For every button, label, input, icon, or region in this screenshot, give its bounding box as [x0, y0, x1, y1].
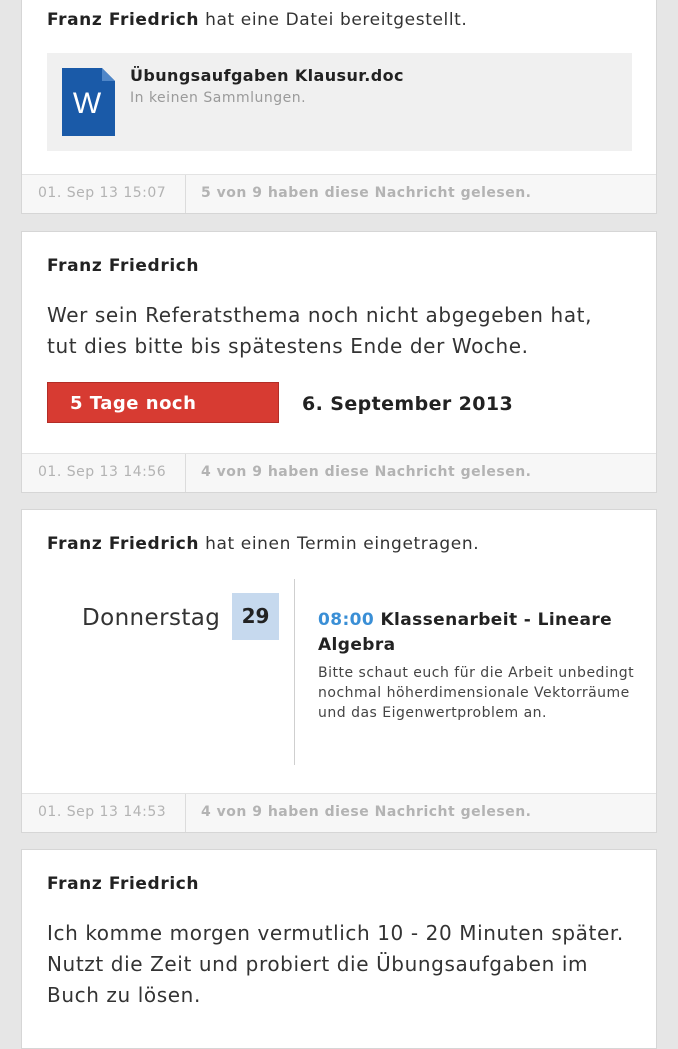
post-card-appointment: Franz Friedrich hat einen Termin eingetr…: [21, 509, 657, 833]
appointment-title[interactable]: 08:00 Klassenarbeit - Lineare Algebra: [318, 608, 618, 658]
appointment-time: 08:00: [318, 610, 375, 630]
deadline-remaining-badge: 5 Tage noch: [47, 382, 279, 423]
post-timestamp: 01. Sep 13 14:53: [38, 804, 167, 820]
read-status[interactable]: 4 von 9 haben diese Nachricht gelesen.: [201, 464, 532, 480]
file-name[interactable]: Übungsaufgaben Klausur.doc: [130, 66, 404, 85]
author-name[interactable]: Franz Friedrich: [47, 874, 199, 894]
post-message: Wer sein Referatsthema noch nicht abgege…: [47, 303, 593, 358]
appointment-description: Bitte schaut euch für die Arbeit unbedin…: [318, 665, 635, 721]
footer-divider: [185, 175, 186, 213]
post-header: Franz Friedrich hat einen Termin eingetr…: [47, 534, 479, 554]
post-action-text: hat einen Termin eingetragen.: [199, 534, 480, 554]
post-action-text: hat eine Datei bereitgestellt.: [199, 10, 468, 30]
post-header: Franz Friedrich: [47, 256, 199, 276]
appointment-weekday: Donnerstag: [82, 605, 221, 631]
post-footer: 01. Sep 13 15:07 5 von 9 haben diese Nac…: [22, 174, 656, 213]
svg-text:W: W: [73, 87, 102, 120]
footer-divider: [185, 794, 186, 832]
post-footer: 01. Sep 13 14:53 4 von 9 haben diese Nac…: [22, 793, 656, 832]
deadline-date: 6. September 2013: [302, 393, 514, 415]
post-timestamp: 01. Sep 13 15:07: [38, 185, 167, 201]
author-name[interactable]: Franz Friedrich: [47, 10, 199, 30]
post-timestamp: 01. Sep 13 14:56: [38, 464, 167, 480]
appointment-divider: [294, 579, 295, 765]
post-card-deadline: Franz Friedrich Wer sein Referatsthema n…: [21, 231, 657, 493]
post-header: Franz Friedrich: [47, 874, 199, 894]
read-status[interactable]: 5 von 9 haben diese Nachricht gelesen.: [201, 185, 532, 201]
post-header: Franz Friedrich hat eine Datei bereitges…: [47, 10, 467, 30]
read-status[interactable]: 4 von 9 haben diese Nachricht gelesen.: [201, 804, 532, 820]
post-footer: 01. Sep 13 14:56 4 von 9 haben diese Nac…: [22, 453, 656, 492]
footer-divider: [185, 454, 186, 492]
appointment-day: 29: [232, 593, 279, 640]
file-attachment[interactable]: W Übungsaufgaben Klausur.doc In keinen S…: [47, 53, 632, 151]
word-document-icon: W: [62, 68, 115, 140]
file-collections: In keinen Sammlungen.: [130, 90, 307, 106]
author-name[interactable]: Franz Friedrich: [47, 534, 199, 554]
post-card-message: Franz Friedrich Ich komme morgen vermutl…: [21, 849, 657, 1049]
author-name[interactable]: Franz Friedrich: [47, 256, 199, 276]
post-message: Ich komme morgen vermutlich 10 - 20 Minu…: [47, 921, 624, 1007]
post-card-file: Franz Friedrich hat eine Datei bereitges…: [21, 0, 657, 214]
